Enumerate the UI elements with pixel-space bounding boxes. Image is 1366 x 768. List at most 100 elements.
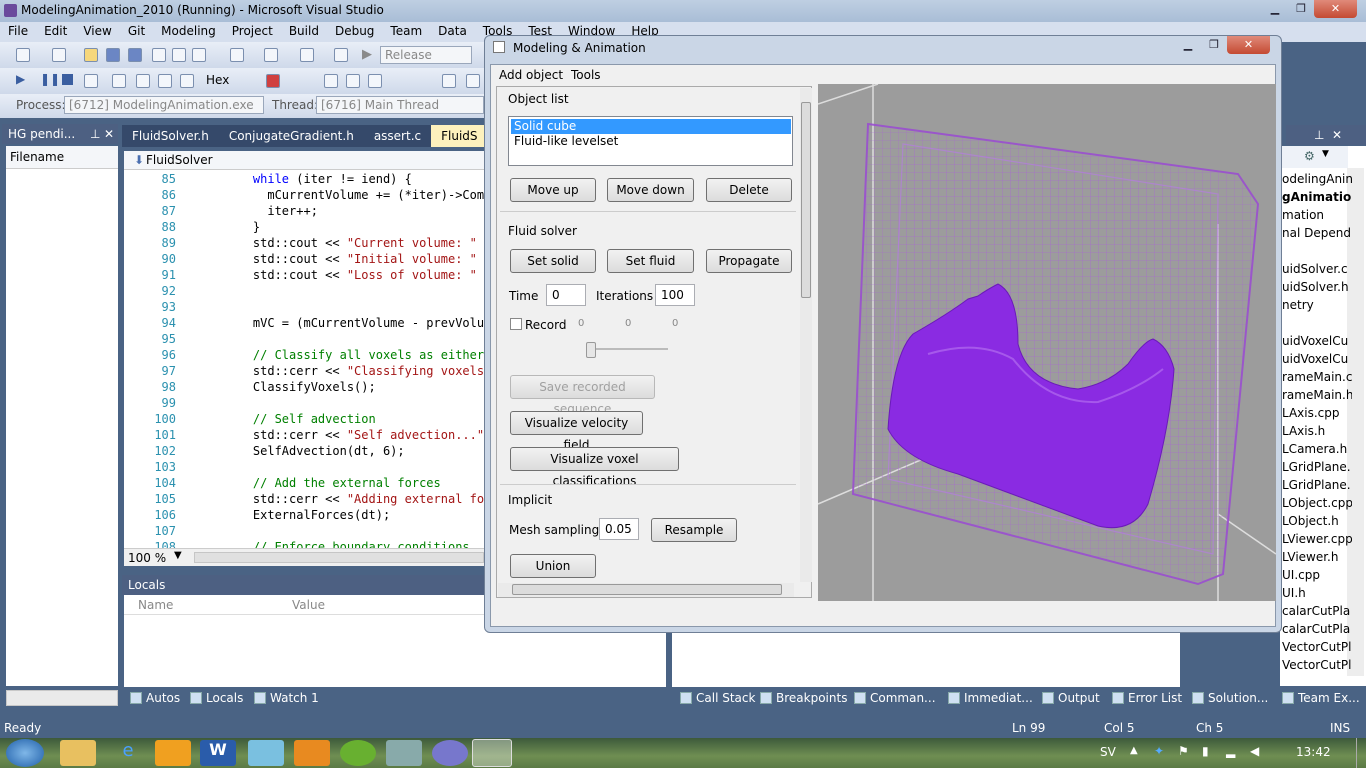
app-taskbar-icon[interactable]: [432, 740, 468, 766]
code-line[interactable]: SelfAdvection(dt, 6);: [224, 444, 405, 458]
menu-modeling[interactable]: Modeling: [153, 22, 224, 42]
solution-item[interactable]: UI.cpp: [1282, 568, 1352, 582]
show-next-statement-icon[interactable]: [112, 74, 126, 88]
tool-tab[interactable]: Immediat...: [948, 691, 1033, 705]
3d-viewport[interactable]: [818, 84, 1276, 601]
breakpoints-icon[interactable]: [266, 74, 280, 88]
move-up-button[interactable]: Move up: [510, 178, 596, 202]
code-line[interactable]: ExternalForces(dt);: [224, 508, 390, 522]
solution-item[interactable]: LViewer.cpp: [1282, 532, 1352, 546]
solution-item[interactable]: calarCutPla: [1282, 622, 1352, 636]
menu-add-object[interactable]: Add object: [499, 68, 563, 82]
solution-item[interactable]: LAxis.cpp: [1282, 406, 1352, 420]
start-debugging-icon[interactable]: ▶: [362, 47, 372, 62]
word-taskbar-icon[interactable]: W: [200, 740, 236, 766]
class-nav-dropdown[interactable]: FluidSolver: [146, 153, 213, 167]
editor-hscroll[interactable]: [194, 552, 484, 563]
media-player-taskbar-icon[interactable]: [294, 740, 330, 766]
flag-thread-icon[interactable]: [346, 74, 360, 88]
ie-taskbar-icon[interactable]: e: [110, 740, 146, 766]
pending-changes-header[interactable]: HG pendi... ⊥ ✕: [2, 124, 118, 144]
set-fluid-button[interactable]: Set fluid: [607, 249, 694, 273]
menu-data[interactable]: Data: [430, 22, 475, 42]
tool-tab[interactable]: Solution...: [1192, 691, 1268, 705]
menu-view[interactable]: View: [75, 22, 119, 42]
navigate-forward-icon[interactable]: [334, 48, 348, 62]
maximize-icon[interactable]: ❐: [1288, 0, 1314, 18]
solution-item[interactable]: rameMain.h: [1282, 388, 1352, 402]
code-line[interactable]: std::cout << "Current volume: " << mC: [224, 236, 484, 250]
outlook-taskbar-icon[interactable]: [155, 740, 191, 766]
left-panel-hscroll[interactable]: [6, 690, 118, 706]
solution-item[interactable]: netry: [1282, 298, 1352, 312]
start-button-icon[interactable]: [6, 739, 44, 767]
network-app-taskbar-icon[interactable]: [248, 740, 284, 766]
properties-icon[interactable]: ⚙: [1304, 149, 1315, 163]
zoom-chevron-down-icon[interactable]: ▼: [174, 550, 182, 561]
pin-icon[interactable]: ⊥: [90, 127, 100, 141]
menu-project[interactable]: Project: [224, 22, 281, 42]
menu-git[interactable]: Git: [120, 22, 153, 42]
menu-debug[interactable]: Debug: [327, 22, 382, 42]
save-icon[interactable]: [106, 48, 120, 62]
code-line[interactable]: }: [224, 220, 260, 234]
show-desktop-button[interactable]: [1356, 738, 1366, 768]
vscroll-thumb[interactable]: [801, 102, 811, 298]
add-item-icon[interactable]: [52, 48, 66, 62]
solution-item[interactable]: LAxis.h: [1282, 424, 1352, 438]
tool-tab[interactable]: Call Stack: [680, 691, 755, 705]
dialog-minimize-icon[interactable]: ▁: [1175, 36, 1201, 54]
solution-item[interactable]: nal Depend: [1282, 226, 1352, 240]
paste-icon[interactable]: [192, 48, 206, 62]
hscroll-thumb[interactable]: [512, 584, 782, 595]
se-close-icon[interactable]: ✕: [1332, 128, 1342, 142]
solution-item[interactable]: mation: [1282, 208, 1352, 222]
resample-button[interactable]: Resample: [651, 518, 737, 542]
code-line[interactable]: mCurrentVolume += (*iter)->ComputeV: [224, 188, 484, 202]
record-slider-track[interactable]: [590, 348, 668, 350]
code-line[interactable]: ClassifyVoxels();: [224, 380, 376, 394]
code-line[interactable]: while (iter != iend) {: [224, 172, 412, 186]
visualize-velocity-field-button[interactable]: Visualize velocity field: [510, 411, 643, 452]
open-folder-icon[interactable]: [84, 48, 98, 62]
tool-tab[interactable]: Error List: [1112, 691, 1182, 705]
step-over-icon[interactable]: [158, 74, 172, 88]
time-input[interactable]: 0: [546, 284, 586, 306]
editor-tab[interactable]: assert.c: [364, 125, 431, 147]
object-list[interactable]: Solid cube Fluid-like levelset: [508, 116, 793, 166]
debug-tab[interactable]: Watch 1: [254, 691, 319, 705]
solution-item[interactable]: uidSolver.c: [1282, 262, 1352, 276]
network-tray-icon[interactable]: ▂: [1226, 744, 1235, 758]
save-all-icon[interactable]: [128, 48, 142, 62]
visualize-voxel-classifications-button[interactable]: Visualize voxel classifications: [510, 447, 679, 488]
panel-close-icon[interactable]: ✕: [104, 127, 114, 141]
restart-icon[interactable]: [84, 74, 98, 88]
code-line[interactable]: iter++;: [224, 204, 318, 218]
language-indicator[interactable]: SV: [1100, 745, 1116, 759]
solution-config-combo[interactable]: Release: [380, 46, 472, 64]
volume-tray-icon[interactable]: ◀: [1250, 744, 1259, 758]
dropbox-tray-icon[interactable]: ✦: [1154, 744, 1164, 758]
menu-tools[interactable]: Tools: [571, 68, 601, 82]
code-editor[interactable]: 85 while (iter != iend) {86 mCurrentVolu…: [124, 170, 484, 548]
align-left-icon[interactable]: [442, 74, 456, 88]
record-checkbox[interactable]: [510, 318, 522, 330]
code-line[interactable]: mVC = (mCurrentVolume - prevVolume)/m: [224, 316, 484, 330]
solution-item[interactable]: calarCutPla: [1282, 604, 1352, 618]
solution-item[interactable]: LCamera.h: [1282, 442, 1352, 456]
propagate-button[interactable]: Propagate: [706, 249, 792, 273]
continue-icon[interactable]: ▶: [16, 72, 25, 86]
thread-combo[interactable]: [6716] Main Thread: [316, 96, 484, 114]
dialog-maximize-icon[interactable]: ❐: [1201, 36, 1227, 54]
code-line[interactable]: std::cerr << "Adding external forces.: [224, 492, 484, 506]
filename-column-header[interactable]: Filename: [6, 146, 118, 169]
cut-icon[interactable]: [152, 48, 166, 62]
code-line[interactable]: std::cout << "Initial volume: " << mI: [224, 252, 484, 266]
flag-tray-icon[interactable]: ⚑: [1178, 744, 1189, 758]
navigate-back-icon[interactable]: [300, 48, 314, 62]
tool-tab[interactable]: Breakpoints: [760, 691, 847, 705]
tray-expand-icon[interactable]: ▲: [1130, 745, 1138, 756]
undo-icon[interactable]: [230, 48, 244, 62]
control-panel-vscroll[interactable]: [800, 88, 812, 582]
solution-item[interactable]: LViewer.h: [1282, 550, 1352, 564]
